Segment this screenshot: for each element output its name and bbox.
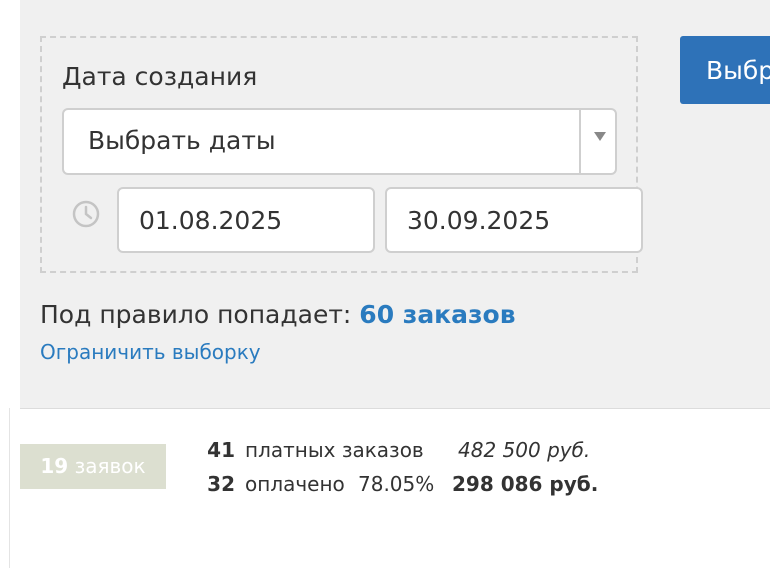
paid-orders-amount: 482 500 руб. xyxy=(458,438,591,462)
rule-match-count[interactable]: 60 заказов xyxy=(359,300,515,329)
settled-orders-percent: 78.05% xyxy=(358,472,435,496)
rule-match-prefix: Под правило попадает: xyxy=(40,300,352,329)
settled-orders-amount: 298 086 руб. xyxy=(452,472,599,496)
date-filter-label: Дата создания xyxy=(62,62,258,91)
divider xyxy=(9,408,10,568)
limit-selection-link[interactable]: Ограничить выборку xyxy=(40,340,261,364)
settled-orders-label: оплачено xyxy=(245,472,345,496)
date-to-input[interactable] xyxy=(385,187,643,253)
select-divider xyxy=(579,110,581,173)
rule-match-line: Под правило попадает: 60 заказов xyxy=(40,300,516,329)
date-preset-select[interactable]: Выбрать даты xyxy=(62,108,617,175)
paid-orders-label: платных заказов xyxy=(245,438,424,462)
date-preset-value: Выбрать даты xyxy=(88,126,276,155)
date-from-input[interactable] xyxy=(117,187,375,253)
clock-icon[interactable] xyxy=(72,200,100,228)
requests-label: заявок xyxy=(74,454,146,478)
select-button[interactable]: Выбр xyxy=(680,36,770,104)
requests-count: 19 xyxy=(40,454,69,478)
requests-badge: 19 заявок xyxy=(20,444,166,489)
paid-orders-count: 41 xyxy=(207,438,235,462)
settled-orders-count: 32 xyxy=(207,472,235,496)
page: Дата создания Выбрать даты Под правило п… xyxy=(0,0,770,568)
chevron-down-icon xyxy=(594,132,606,141)
